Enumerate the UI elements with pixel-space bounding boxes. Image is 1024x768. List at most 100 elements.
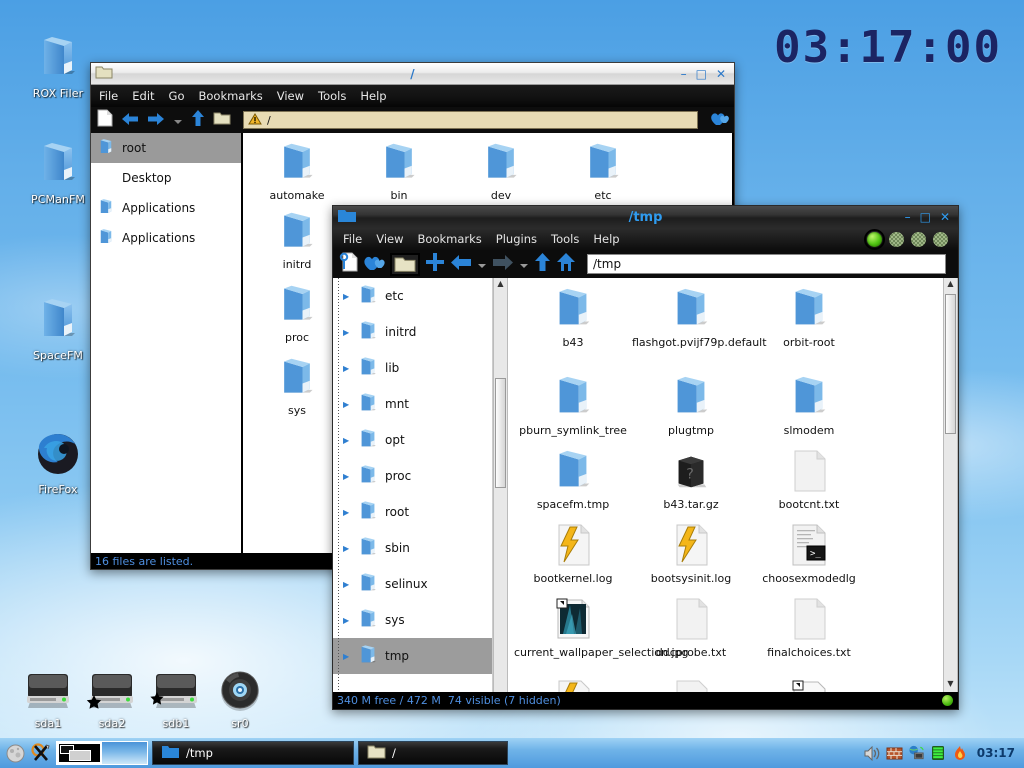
spacefm-titlebar[interactable]: /tmp – □ ✕ (333, 206, 958, 228)
menu-file[interactable]: File (99, 89, 118, 103)
maximize-button[interactable]: □ (696, 68, 707, 80)
spacefm-window[interactable]: /tmp – □ ✕ File View Bookmarks Plugins T… (332, 205, 959, 710)
up-arrow-icon[interactable] (534, 252, 551, 276)
moon-icon[interactable] (4, 742, 26, 764)
file-item-partial[interactable] (750, 678, 868, 692)
menu-plugins[interactable]: Plugins (496, 232, 537, 246)
menu-file[interactable]: File (343, 232, 362, 246)
panel-toggle-4[interactable] (933, 231, 948, 247)
desktop-icon-spacefm[interactable]: SpaceFM (16, 296, 100, 362)
sidebar-item-applications-2[interactable]: Applications (91, 223, 241, 253)
system-tray[interactable]: 03:17 (864, 745, 1020, 762)
spacefm-file-pane[interactable]: b43 flashgot.pvijf79p.default orbit-root… (508, 278, 943, 692)
file-item-partial[interactable] (514, 678, 632, 692)
menu-view[interactable]: View (376, 232, 403, 246)
back-dropdown-icon[interactable] (477, 255, 487, 274)
back-arrow-icon[interactable] (121, 111, 139, 130)
minimize-button[interactable]: – (905, 211, 911, 223)
scroll-up-icon[interactable]: ▲ (497, 278, 503, 291)
tree-vertical-scrollbar[interactable]: ▲ (493, 278, 508, 692)
settings-icon[interactable] (339, 252, 358, 276)
scrollbar-thumb[interactable] (945, 294, 956, 434)
bookmarks-icon[interactable] (363, 253, 385, 275)
forward-arrow-icon[interactable] (147, 111, 165, 130)
panel-toggle-group[interactable] (864, 228, 958, 250)
chevron-right-icon[interactable]: ▶ (343, 400, 351, 409)
history-dropdown-icon[interactable] (173, 111, 183, 130)
spacefm-toolbar[interactable]: /tmp (333, 250, 958, 278)
taskbar-button-tmp[interactable]: /tmp (152, 741, 354, 765)
file-item[interactable]: ddcprobe.txt (632, 596, 750, 659)
file-item-partial[interactable] (632, 678, 750, 692)
menu-view[interactable]: View (277, 89, 304, 103)
rox-toolbar[interactable]: / (91, 107, 734, 133)
file-pane-vertical-scrollbar[interactable]: ▲ ▼ (943, 278, 958, 692)
maximize-button[interactable]: □ (920, 211, 931, 223)
spacefm-menubar[interactable]: File View Bookmarks Plugins Tools Help (333, 228, 958, 250)
scroll-down-icon[interactable]: ▼ (947, 678, 953, 691)
panel-toggle-1[interactable] (864, 228, 885, 250)
new-tab-icon[interactable] (425, 252, 445, 276)
spacefm-tree-panel[interactable]: ▶ etc ▶ initrd ▶ lib ▶ mnt ▶ opt ▶ proc … (333, 278, 493, 692)
forward-dropdown-icon[interactable] (519, 255, 529, 274)
file-item[interactable]: bootsysinit.log (632, 522, 750, 585)
rox-path-bar[interactable]: / (243, 111, 698, 129)
workspace-1[interactable] (57, 742, 102, 764)
file-item[interactable]: flashgot.pvijf79p.default (632, 286, 767, 349)
file-item[interactable]: ? b43.tar.gz (632, 448, 750, 511)
tree-item-lib[interactable]: ▶ lib (333, 350, 492, 386)
bookmarks-icon[interactable] (710, 110, 730, 130)
forward-arrow-icon[interactable] (492, 254, 514, 275)
menu-tools[interactable]: Tools (318, 89, 346, 103)
chevron-right-icon[interactable]: ▶ (343, 544, 351, 553)
desktop-icon-pcmanfm[interactable]: PCManFM (16, 140, 100, 206)
sidebar-item-applications-1[interactable]: Applications (91, 193, 241, 223)
file-item[interactable]: automake (247, 141, 347, 202)
tree-item-opt[interactable]: ▶ opt (333, 422, 492, 458)
file-item[interactable]: slmodem (750, 374, 868, 437)
flame-icon[interactable] (952, 745, 969, 762)
file-item[interactable]: dev (451, 141, 551, 202)
chevron-right-icon[interactable]: ▶ (343, 364, 351, 373)
close-button[interactable]: ✕ (940, 211, 950, 223)
file-item[interactable]: plugtmp (632, 374, 750, 437)
spacefm-path-input[interactable]: /tmp (587, 254, 946, 274)
chevron-right-icon[interactable]: ▶ (343, 652, 351, 661)
battery-icon[interactable] (930, 745, 947, 762)
tree-item-selinux[interactable]: ▶ selinux (333, 566, 492, 602)
desktop-icon-firefox[interactable]: FireFox (16, 430, 100, 496)
back-arrow-icon[interactable] (450, 254, 472, 275)
menu-go[interactable]: Go (169, 89, 185, 103)
scrollbar-thumb[interactable] (495, 378, 506, 488)
desktop-icon-rox-filer[interactable]: ROX Filer (16, 34, 100, 100)
menu-tools[interactable]: Tools (551, 232, 579, 246)
file-item[interactable]: b43 (514, 286, 632, 349)
sidebar-item-root[interactable]: root (91, 133, 241, 163)
minimize-button[interactable]: – (681, 68, 687, 80)
sidebar-item-desktop[interactable]: Desktop (91, 163, 241, 193)
workspace-pager[interactable] (56, 741, 148, 765)
tree-item-mnt[interactable]: ▶ mnt (333, 386, 492, 422)
rox-menubar[interactable]: File Edit Go Bookmarks View Tools Help (91, 85, 734, 107)
drive-icon-sr0[interactable]: sr0 (198, 668, 282, 730)
file-item[interactable]: pburn_symlink_tree (514, 374, 632, 437)
scroll-up-icon[interactable]: ▲ (947, 278, 953, 291)
home-folder-icon[interactable] (213, 110, 231, 130)
file-item[interactable]: spacefm.tmp (514, 448, 632, 511)
home-icon[interactable] (556, 252, 576, 276)
new-file-icon[interactable] (97, 109, 113, 131)
chevron-right-icon[interactable]: ▶ (343, 616, 351, 625)
menu-help[interactable]: Help (593, 232, 619, 246)
file-item[interactable]: bootcnt.txt (750, 448, 868, 511)
rox-titlebar[interactable]: / – □ ✕ (91, 63, 734, 85)
close-button[interactable]: ✕ (716, 68, 726, 80)
menu-bookmarks[interactable]: Bookmarks (418, 232, 482, 246)
panel-toggle-2[interactable] (889, 231, 904, 247)
chevron-right-icon[interactable]: ▶ (343, 472, 351, 481)
chevron-right-icon[interactable]: ▶ (343, 328, 351, 337)
firewall-icon[interactable] (886, 745, 903, 762)
volume-icon[interactable] (864, 745, 881, 762)
rox-sidebar[interactable]: root Desktop Applications Applications (91, 133, 243, 553)
file-item[interactable]: bin (349, 141, 449, 202)
workspace-2[interactable] (102, 742, 147, 764)
